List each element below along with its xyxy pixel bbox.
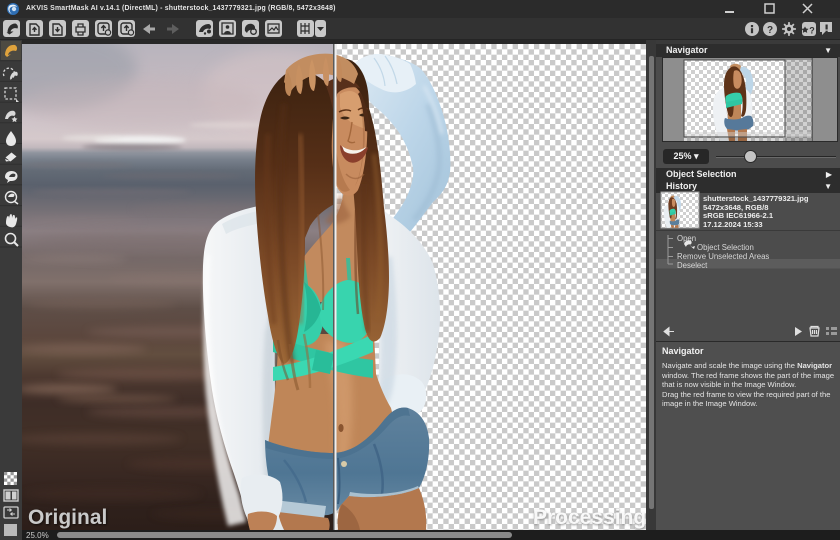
svg-text:?: ? (809, 26, 815, 36)
svg-text:?: ? (767, 25, 773, 36)
